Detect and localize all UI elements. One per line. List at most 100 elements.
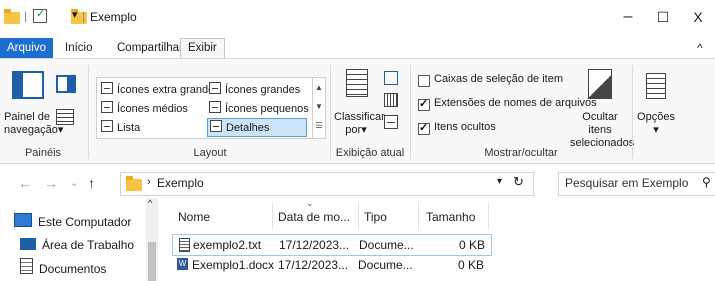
- size-columns-icon[interactable]: [384, 115, 398, 129]
- nav-item-label: Área de Trabalho: [42, 238, 135, 252]
- large-icons-icon: [209, 82, 221, 94]
- layout-details[interactable]: Detalhes: [207, 118, 307, 137]
- folder-icon: [4, 9, 20, 24]
- small-icons-icon: [209, 101, 221, 113]
- nav-item-label: Este Computador: [38, 215, 132, 229]
- tab-exibir[interactable]: Exibir: [180, 38, 225, 60]
- layout-group-label: Layout: [193, 147, 227, 159]
- options-button[interactable]: Opções ▾: [636, 111, 676, 137]
- sort-by-icon[interactable]: [346, 69, 368, 97]
- medium-icons-icon: [101, 101, 113, 113]
- column-divider[interactable]: [272, 202, 273, 230]
- file-extensions-checkbox[interactable]: [418, 97, 430, 111]
- back-arrow-icon[interactable]: ←: [18, 175, 32, 191]
- refresh-icon[interactable]: ↻: [513, 174, 524, 190]
- search-icon[interactable]: ⚲: [702, 175, 711, 189]
- search-input[interactable]: Pesquisar em Exemplo: [565, 176, 688, 190]
- minimize-button[interactable]: –: [611, 0, 645, 34]
- word-document-icon: W: [177, 258, 188, 270]
- navigation-pane-button[interactable]: Painel de navegação▾: [4, 111, 63, 137]
- file-date: 17/12/2023...: [279, 238, 350, 252]
- column-header-date[interactable]: Data de mo...: [278, 208, 350, 226]
- group-divider: [88, 65, 89, 159]
- add-columns-icon[interactable]: [384, 93, 398, 107]
- navigation-bar: ← → ⌄ ↑ › Exemplo ▾ ↻ Pesquisar em Exemp…: [0, 167, 715, 197]
- column-divider[interactable]: [488, 202, 489, 230]
- layout-gallery-scroll[interactable]: ▲ ▼ ☰: [312, 78, 325, 138]
- nav-pane-scrollbar[interactable]: ^: [146, 198, 158, 281]
- nav-item-documentos[interactable]: Documentos: [20, 258, 106, 278]
- collapse-ribbon-icon[interactable]: ^: [690, 38, 710, 58]
- current-view-group-label: Exibição atual: [335, 147, 405, 159]
- search-box[interactable]: Pesquisar em Exemplo ⚲: [558, 172, 715, 196]
- layout-small-icons[interactable]: Ícones pequenos: [209, 101, 309, 116]
- address-bar[interactable]: › Exemplo ▾ ↻: [120, 172, 534, 196]
- file-name: Exemplo1.docx: [192, 258, 275, 272]
- ribbon: Painel de navegação▾ Painéis Ícones extr…: [0, 58, 715, 164]
- forward-arrow-icon[interactable]: →: [44, 175, 58, 191]
- column-divider[interactable]: [358, 202, 359, 230]
- customize-toolbar-icon[interactable]: ▾: [72, 8, 78, 21]
- item-checkboxes-label: Caixas de seleção de item: [434, 73, 564, 85]
- hide-selected-label-1: Ocultar itens: [582, 111, 618, 136]
- layout-medium-icons[interactable]: Ícones médios: [101, 101, 188, 116]
- nav-item-area-de-trabalho[interactable]: Área de Trabalho: [20, 235, 134, 255]
- column-header-name[interactable]: Nome: [178, 208, 210, 226]
- panes-group-label: Painéis: [24, 147, 62, 159]
- navigation-pane-label-2: navegação: [4, 124, 58, 136]
- file-size: 0 KB: [457, 258, 484, 272]
- breadcrumb-exemplo[interactable]: Exemplo: [157, 176, 204, 190]
- show-hide-group-label: Mostrar/ocultar: [484, 147, 558, 159]
- file-extensions-label: Extensões de nomes de arquivos: [434, 97, 597, 109]
- table-row[interactable]: exemplo2.txt 17/12/2023... Docume... 0 K…: [172, 234, 492, 256]
- preview-pane-icon[interactable]: [56, 75, 76, 93]
- layout-list-label: Lista: [117, 122, 141, 134]
- separator: |: [24, 9, 28, 23]
- scrollbar-thumb[interactable]: [148, 242, 156, 281]
- hidden-items-label: Itens ocultos: [434, 121, 496, 133]
- window-title: Exemplo: [90, 10, 137, 24]
- close-button[interactable]: X: [681, 0, 715, 34]
- extra-large-icons-icon: [101, 82, 113, 94]
- column-divider[interactable]: [418, 202, 419, 230]
- scroll-up-icon[interactable]: ^: [148, 198, 152, 208]
- tab-inicio[interactable]: Início: [58, 38, 100, 58]
- file-type: Docume...: [359, 238, 414, 252]
- computer-icon: [14, 213, 32, 227]
- tab-compartilhar[interactable]: Compartilhar: [110, 38, 190, 58]
- group-divider: [410, 65, 411, 159]
- navigation-pane-icon[interactable]: [12, 71, 44, 99]
- item-checkboxes-checkbox[interactable]: [418, 75, 430, 87]
- hide-selected-icon[interactable]: [588, 69, 612, 99]
- title-bar: | ✓ ▾ | Exemplo – ☐ X: [0, 0, 715, 34]
- layout-list[interactable]: Lista: [101, 120, 140, 135]
- hidden-items-checkbox[interactable]: [418, 121, 430, 135]
- group-by-icon[interactable]: [384, 71, 398, 85]
- up-arrow-icon[interactable]: ↑: [88, 175, 95, 191]
- hide-selected-button[interactable]: Ocultar itens selecionados: [570, 111, 634, 150]
- layout-medium-icons-label: Ícones médios: [117, 103, 188, 115]
- nav-item-este-computador[interactable]: Este Computador: [14, 212, 131, 232]
- breadcrumb-chevron-icon[interactable]: ›: [147, 176, 151, 188]
- address-dropdown-icon[interactable]: ▾: [497, 176, 502, 187]
- separator: |: [82, 9, 86, 23]
- column-header-size[interactable]: Tamanho: [426, 208, 475, 226]
- desktop-icon: [20, 238, 36, 250]
- column-header-type[interactable]: Tipo: [364, 208, 387, 226]
- layout-large-icons-label: Ícones grandes: [225, 84, 301, 96]
- recent-locations-icon[interactable]: ⌄: [70, 178, 78, 189]
- layout-details-label: Detalhes: [226, 122, 270, 134]
- layout-large-icons[interactable]: Ícones grandes: [209, 82, 300, 97]
- layout-extra-large-icons[interactable]: Ícones extra grandes: [101, 82, 220, 97]
- options-icon[interactable]: [646, 73, 666, 99]
- tab-arquivo[interactable]: Arquivo: [0, 38, 53, 58]
- details-pane-icon[interactable]: [56, 109, 74, 125]
- file-type: Docume...: [358, 258, 413, 272]
- sort-by-button[interactable]: Classificar por▾: [334, 111, 385, 137]
- text-file-icon: [179, 238, 190, 252]
- properties-icon[interactable]: ✓: [33, 8, 47, 23]
- table-row[interactable]: W Exemplo1.docx 17/12/2023... Docume... …: [172, 255, 490, 275]
- nav-item-label: Documentos: [39, 262, 107, 276]
- sort-by-label-1: Classificar: [334, 111, 385, 123]
- maximize-button[interactable]: ☐: [646, 0, 680, 34]
